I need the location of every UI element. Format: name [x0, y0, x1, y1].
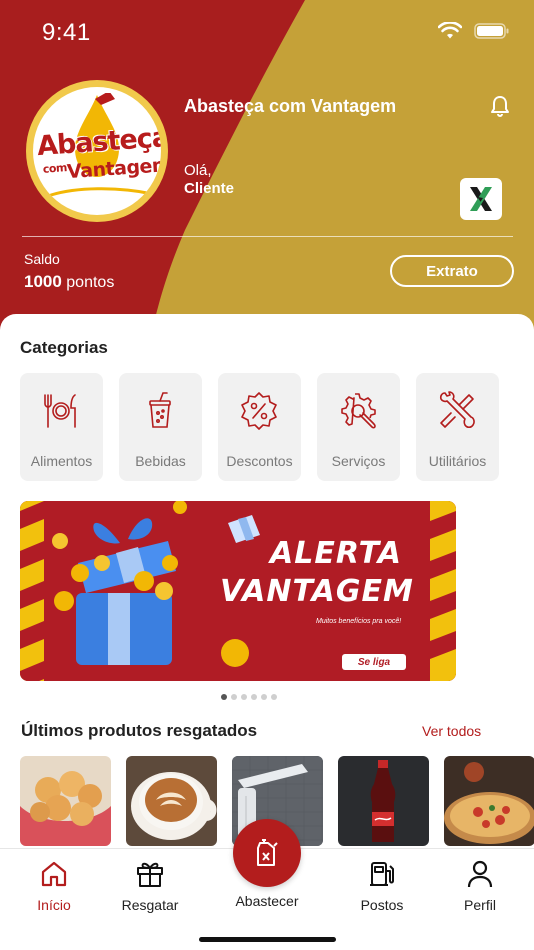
brand-logo-inner: Abasteça comVantagem	[33, 87, 161, 215]
header-divider	[22, 236, 513, 237]
bell-icon[interactable]	[488, 94, 512, 118]
balance-unit: pontos	[66, 274, 115, 291]
product-card[interactable]	[20, 756, 111, 846]
see-all-link[interactable]: Ver todos	[422, 723, 481, 739]
banner-cta-button[interactable]: Se liga	[342, 654, 406, 670]
categories-list: Alimentos Bebidas Descontos Serviços Uti…	[20, 373, 499, 481]
pizza-image	[444, 756, 534, 846]
category-label: Descontos	[226, 453, 293, 469]
gear-wrench-icon	[341, 393, 376, 429]
status-bar: 9:41	[0, 0, 534, 64]
status-icons	[438, 22, 510, 40]
product-card[interactable]	[444, 756, 534, 846]
banner-title-line1: ALERTA	[270, 536, 402, 571]
nav-label: Postos	[360, 897, 404, 913]
carousel-dot[interactable]	[231, 694, 237, 700]
balance-points: 1000	[24, 272, 62, 291]
drink-cup-icon	[149, 392, 171, 428]
status-time: 9:41	[42, 19, 91, 46]
gas-station-icon	[370, 862, 394, 886]
promo-banner[interactable]: ALERTA VANTAGEM Muitos benefícios pra vo…	[20, 501, 456, 681]
category-bebidas[interactable]: Bebidas	[119, 373, 202, 481]
home-icon	[41, 861, 67, 887]
balance-label: Saldo	[24, 251, 60, 267]
product-card[interactable]	[126, 756, 217, 846]
categories-title: Categorias	[20, 338, 108, 357]
refuel-label: Abastecer	[235, 893, 299, 909]
carousel-dot[interactable]	[271, 694, 277, 700]
main-content: Categorias Alimentos Bebidas Descontos S…	[0, 314, 534, 874]
category-utilitarios[interactable]: Utilitários	[416, 373, 499, 481]
refuel-fab-button[interactable]	[233, 819, 301, 887]
category-descontos[interactable]: Descontos	[218, 373, 301, 481]
banner-title-line2: VANTAGEM	[220, 574, 414, 609]
battery-icon	[474, 23, 509, 39]
category-alimentos[interactable]: Alimentos	[20, 373, 103, 481]
carousel-pagination[interactable]	[221, 694, 277, 700]
carousel-dot[interactable]	[261, 694, 267, 700]
nav-resgatar[interactable]: Resgatar	[110, 859, 190, 913]
fuel-can-icon	[257, 839, 278, 866]
user-icon	[467, 860, 493, 888]
balance-value: 1000 pontos	[24, 272, 114, 292]
tools-icon	[439, 391, 475, 429]
app-title: Abasteça com Vantagem	[184, 96, 397, 116]
product-card[interactable]	[338, 756, 429, 846]
statement-button[interactable]: Extrato	[390, 255, 514, 287]
logo-swoosh-icon	[49, 187, 149, 197]
header: 9:41 Abasteça comVantagem Abasteça com V…	[0, 0, 534, 340]
category-servicos[interactable]: Serviços	[317, 373, 400, 481]
utensils-icon	[44, 394, 76, 428]
partner-x-logo[interactable]	[460, 178, 502, 220]
category-label: Bebidas	[135, 453, 186, 469]
category-label: Utilitários	[428, 453, 487, 469]
home-indicator	[199, 937, 336, 942]
nav-label: Perfil	[464, 897, 496, 913]
brand-logo: Abasteça comVantagem	[26, 80, 168, 222]
carousel-dot[interactable]	[251, 694, 257, 700]
wifi-icon	[438, 22, 462, 39]
user-name: Cliente	[184, 180, 235, 197]
greeting-text: Olá,	[184, 162, 212, 179]
x-logo-icon	[470, 187, 492, 211]
bottom-navigation: Início Resgatar Abastecer Postos Perfil	[0, 819, 534, 950]
nav-perfil[interactable]: Perfil	[440, 859, 520, 913]
nav-label: Resgatar	[121, 897, 179, 913]
logo-text-small: com	[42, 161, 68, 176]
products-title: Últimos produtos resgatados	[21, 721, 258, 740]
category-label: Serviços	[331, 453, 386, 469]
nav-label: Início	[37, 897, 71, 913]
nav-postos[interactable]: Postos	[342, 859, 422, 913]
latte-image	[126, 756, 217, 846]
banner-subtitle: Muitos benefícios pra você!	[316, 618, 402, 625]
gift-icon	[137, 862, 163, 887]
carousel-dot[interactable]	[241, 694, 247, 700]
carousel-dot-active[interactable]	[221, 694, 227, 700]
soda-bottle-image	[338, 756, 429, 846]
nav-inicio[interactable]: Início	[14, 859, 94, 913]
cheese-bread-image	[20, 756, 111, 846]
discount-badge-icon	[241, 392, 277, 430]
category-label: Alimentos	[30, 453, 93, 469]
